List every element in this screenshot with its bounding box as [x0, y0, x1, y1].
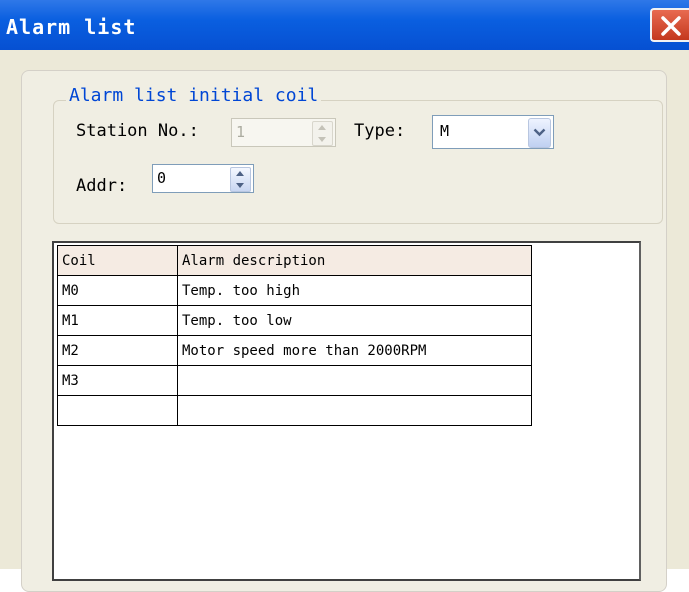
addr-spin-buttons[interactable] [230, 167, 251, 192]
description-cell[interactable] [177, 395, 532, 426]
station-label: Station No.: [76, 121, 199, 141]
coil-cell[interactable]: M2 [57, 335, 178, 366]
type-dropdown-button[interactable] [528, 118, 551, 148]
coil-cell[interactable]: M1 [57, 305, 178, 336]
type-label: Type: [354, 121, 406, 141]
station-spin-buttons [312, 121, 333, 146]
type-select[interactable]: M [432, 115, 554, 149]
addr-value[interactable]: 0 [157, 169, 166, 187]
table-row[interactable] [57, 395, 532, 426]
table-header-row: Coil Alarm description [57, 245, 532, 276]
table-row[interactable]: M1 Temp. too low [57, 305, 532, 336]
coil-cell[interactable]: M0 [57, 275, 178, 306]
spin-up-icon [318, 125, 326, 130]
chevron-down-icon [533, 128, 546, 137]
table-row[interactable]: M3 [57, 365, 532, 396]
spin-down-icon [318, 137, 326, 142]
initial-coil-groupbox: Alarm list initial coil [53, 85, 663, 224]
description-cell[interactable]: Motor speed more than 2000RPM [177, 335, 532, 366]
description-cell[interactable]: Temp. too high [177, 275, 532, 306]
alarm-table: Coil Alarm description M0 Temp. too high… [57, 245, 532, 426]
description-cell[interactable]: Temp. too low [177, 305, 532, 336]
groupbox-legend: Alarm list initial coil [66, 85, 322, 106]
header-coil[interactable]: Coil [57, 245, 178, 276]
description-cell[interactable] [177, 365, 532, 396]
window-title: Alarm list [6, 15, 137, 39]
addr-label: Addr: [76, 176, 128, 196]
type-value: M [440, 122, 450, 140]
station-spinbox: 1 [231, 118, 336, 147]
table-row[interactable]: M2 Motor speed more than 2000RPM [57, 335, 532, 366]
station-value: 1 [236, 123, 246, 141]
header-alarm-description[interactable]: Alarm description [177, 245, 532, 276]
coil-cell[interactable] [57, 395, 178, 426]
addr-spinbox[interactable]: 0 [152, 164, 254, 193]
spin-up-icon[interactable] [236, 171, 244, 176]
spin-down-icon[interactable] [236, 183, 244, 188]
alarm-table-frame: Coil Alarm description M0 Temp. too high… [52, 241, 641, 581]
close-button[interactable] [650, 8, 689, 42]
table-row[interactable]: M0 Temp. too high [57, 275, 532, 306]
coil-cell[interactable]: M3 [57, 365, 178, 396]
title-bar: Alarm list [0, 0, 689, 50]
close-icon [661, 16, 681, 36]
